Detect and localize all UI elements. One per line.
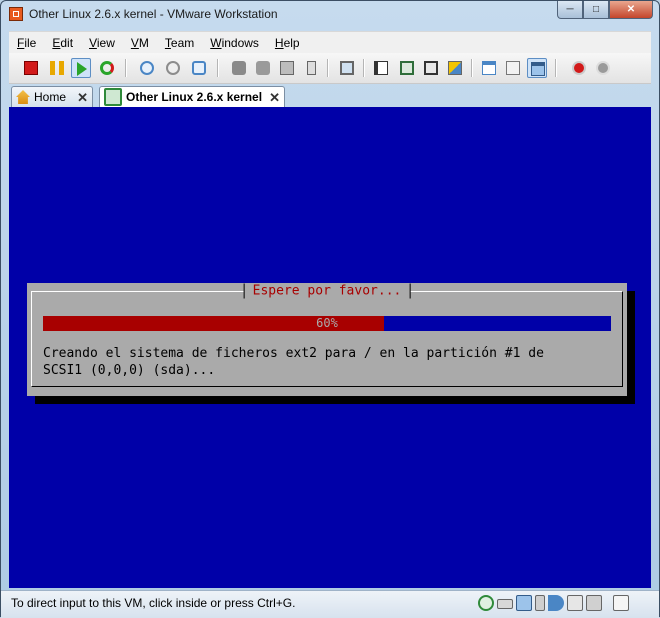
usb-status-icon[interactable] bbox=[535, 595, 545, 611]
close-vm-tab-icon[interactable]: ✕ bbox=[269, 90, 280, 106]
window-title: Other Linux 2.6.x kernel - VMware Workst… bbox=[29, 7, 278, 21]
tab-home[interactable]: Home ✕ bbox=[11, 86, 93, 107]
dialog-message-line1: Creando el sistema de ficheros ext2 para… bbox=[43, 346, 544, 361]
cube-icon bbox=[280, 61, 294, 75]
tab-home-label: Home bbox=[34, 90, 67, 104]
usb-icon bbox=[307, 61, 316, 75]
snapshot-manager-button[interactable] bbox=[189, 58, 209, 78]
menu-edit-label: dit bbox=[60, 36, 74, 50]
menu-view-mnemonic: V bbox=[89, 36, 97, 50]
power-on-button[interactable] bbox=[71, 58, 91, 78]
message-log-icon[interactable] bbox=[613, 595, 629, 611]
close-tab-icon[interactable]: ✕ bbox=[77, 90, 88, 106]
team-segment-button[interactable] bbox=[253, 58, 273, 78]
floppy-icon[interactable] bbox=[516, 595, 532, 611]
replay-icon bbox=[596, 61, 610, 75]
tab-vm[interactable]: Other Linux 2.6.x kernel ✕ bbox=[99, 86, 285, 107]
cd-rom-icon[interactable] bbox=[567, 595, 583, 611]
suspend-button[interactable] bbox=[47, 58, 67, 78]
sidebar-toggle-button[interactable] bbox=[371, 58, 391, 78]
team-power-button[interactable] bbox=[229, 58, 249, 78]
menu-help[interactable]: Help bbox=[267, 36, 308, 50]
play-icon bbox=[77, 62, 87, 76]
quick-switch-button[interactable] bbox=[397, 58, 417, 78]
full-screen-icon bbox=[424, 61, 438, 75]
sound-icon[interactable] bbox=[548, 595, 564, 611]
menu-help-label: elp bbox=[283, 36, 300, 50]
snapshot-manager-icon bbox=[192, 61, 206, 75]
toolbar bbox=[9, 53, 651, 84]
quick-switch-icon bbox=[400, 61, 414, 75]
menu-view[interactable]: View bbox=[81, 36, 123, 50]
vm-console[interactable]: Espere por favor... 60% Creando el siste… bbox=[9, 107, 651, 588]
tab-vm-label: Other Linux 2.6.x kernel bbox=[126, 90, 263, 104]
network-status-icon[interactable] bbox=[478, 595, 494, 611]
status-bar: To direct input to this VM, click inside… bbox=[1, 590, 659, 618]
unity-button[interactable] bbox=[445, 58, 465, 78]
menu-team-label: eam bbox=[170, 36, 195, 50]
snapshot-icon bbox=[140, 61, 154, 75]
hard-disk-icon[interactable] bbox=[497, 599, 513, 609]
device-icons bbox=[478, 595, 629, 611]
minimize-button[interactable]: ─ bbox=[557, 1, 583, 19]
menu-view-label: iew bbox=[96, 36, 115, 50]
revert-snapshot-button[interactable] bbox=[163, 58, 183, 78]
status-text: To direct input to this VM, click inside… bbox=[11, 596, 296, 610]
progress-label: 60% bbox=[316, 316, 338, 330]
menu-file[interactable]: File bbox=[9, 36, 44, 50]
tab-view-icon bbox=[531, 62, 545, 76]
team-usb-button[interactable] bbox=[301, 58, 321, 78]
segment-icon bbox=[256, 61, 270, 75]
menu-bar: File Edit View VM Team Windows Help bbox=[9, 31, 651, 54]
reset-button[interactable] bbox=[97, 58, 117, 78]
dialog-message: Creando el sistema de ficheros ext2 para… bbox=[43, 345, 603, 379]
dialog-message-line2: SCSI1 (0,0,0) (sda)... bbox=[43, 363, 216, 378]
record-button[interactable] bbox=[569, 58, 589, 78]
stop-icon bbox=[24, 61, 38, 75]
menu-windows-label: indows bbox=[221, 36, 259, 50]
window-controls: ─ □ ✕ bbox=[557, 1, 653, 20]
sidebar-icon bbox=[374, 61, 388, 75]
close-button[interactable]: ✕ bbox=[609, 1, 653, 19]
home-icon bbox=[16, 90, 30, 104]
menu-vm-mnemonic: V bbox=[130, 36, 139, 50]
tab-bar: Home ✕ Other Linux 2.6.x kernel ✕ bbox=[9, 85, 651, 107]
menu-windows[interactable]: Windows bbox=[202, 36, 267, 50]
installer-dialog: Espere por favor... 60% Creando el siste… bbox=[27, 283, 627, 396]
maximize-button[interactable]: □ bbox=[583, 1, 609, 19]
revert-icon bbox=[166, 61, 180, 75]
unity-icon bbox=[448, 61, 462, 75]
menu-help-mnemonic: H bbox=[274, 36, 284, 50]
console-view-button[interactable] bbox=[479, 58, 499, 78]
ethernet-icon[interactable] bbox=[586, 595, 602, 611]
full-screen-button[interactable] bbox=[421, 58, 441, 78]
summary-icon bbox=[506, 61, 520, 75]
dialog-title: Espere por favor... bbox=[243, 283, 411, 299]
console-icon bbox=[482, 61, 496, 75]
replay-button[interactable] bbox=[593, 58, 613, 78]
record-icon bbox=[572, 61, 586, 75]
team-icon bbox=[232, 61, 246, 75]
menu-vm[interactable]: VM bbox=[123, 36, 157, 50]
power-off-button[interactable] bbox=[21, 58, 41, 78]
menu-vm-label: M bbox=[138, 36, 149, 50]
capture-icon bbox=[340, 61, 354, 75]
menu-windows-mnemonic: W bbox=[210, 36, 222, 50]
capture-screen-button[interactable] bbox=[337, 58, 357, 78]
pause-icon bbox=[50, 61, 64, 75]
team-add-button[interactable] bbox=[277, 58, 297, 78]
vm-icon bbox=[104, 88, 122, 106]
menu-file-label: ile bbox=[24, 36, 37, 50]
menu-edit[interactable]: Edit bbox=[44, 36, 81, 50]
menu-team[interactable]: Team bbox=[157, 36, 202, 50]
title-bar[interactable]: Other Linux 2.6.x kernel - VMware Workst… bbox=[1, 1, 659, 27]
tab-view-button[interactable] bbox=[527, 58, 547, 78]
snapshot-button[interactable] bbox=[137, 58, 157, 78]
vmware-window: Other Linux 2.6.x kernel - VMware Workst… bbox=[0, 0, 660, 618]
summary-view-button[interactable] bbox=[503, 58, 523, 78]
vmware-app-icon[interactable] bbox=[9, 7, 23, 21]
progress-bar: 60% bbox=[43, 316, 611, 331]
reset-icon bbox=[100, 61, 114, 75]
